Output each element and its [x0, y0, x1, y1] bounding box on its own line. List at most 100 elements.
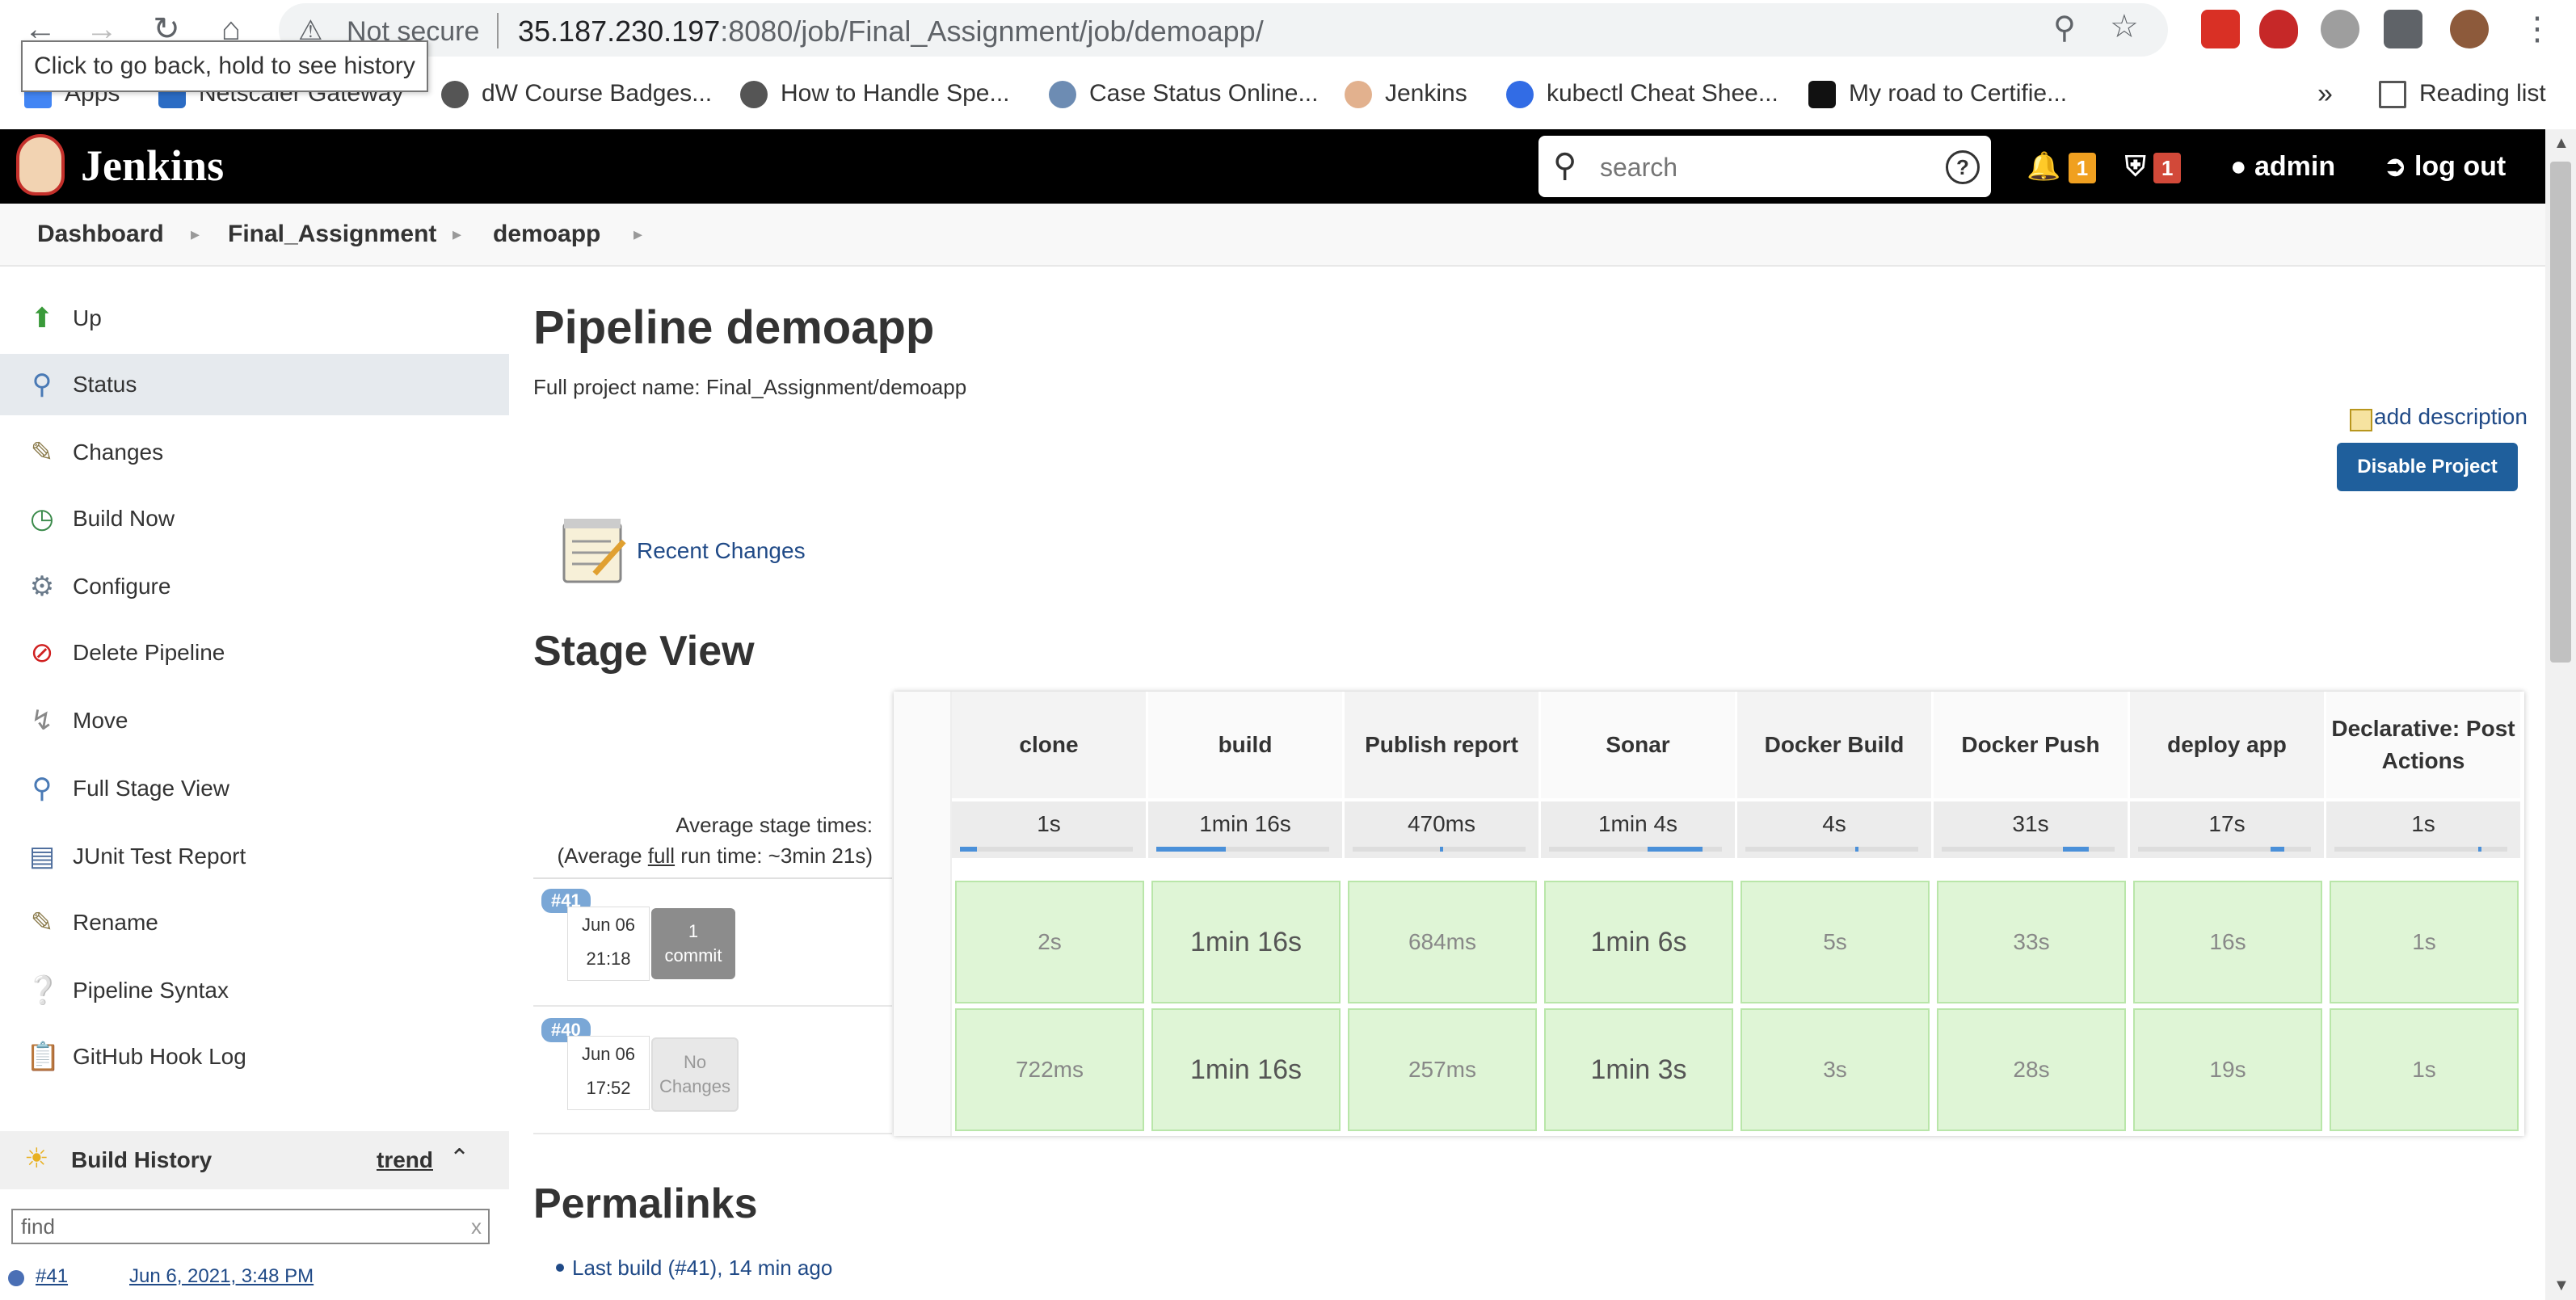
- stage-avg-value: 1s: [2411, 811, 2435, 836]
- breadcrumb-chevron-icon[interactable]: ▸: [191, 204, 200, 265]
- run-changes[interactable]: 1 commit: [651, 908, 735, 979]
- stage-cell[interactable]: 722ms: [955, 1008, 1144, 1131]
- extension-icon[interactable]: [2201, 10, 2240, 48]
- stage-cell[interactable]: 1min 3s: [1544, 1008, 1733, 1131]
- scroll-thumb[interactable]: [2550, 162, 2571, 663]
- help-icon[interactable]: ?: [1946, 150, 1980, 184]
- stage-cell[interactable]: 684ms: [1348, 881, 1537, 1003]
- trend-link[interactable]: trend: [377, 1131, 433, 1189]
- stage-avg-bar-fill: [960, 847, 977, 852]
- build-history-link[interactable]: #41: [36, 1265, 68, 1288]
- security-alerts[interactable]: ⛨ 1: [2125, 129, 2182, 204]
- breadcrumb-final-assignment[interactable]: Final_Assignment: [228, 204, 436, 265]
- sidebar-item-move[interactable]: ↯ Move: [0, 690, 509, 751]
- collapse-icon[interactable]: ⌃: [449, 1144, 469, 1172]
- star-icon[interactable]: ☆: [2110, 8, 2139, 45]
- stage-cell[interactable]: 1s: [2330, 881, 2519, 1003]
- find-placeholder: find: [21, 1214, 55, 1239]
- stage-avg-value: 1min 4s: [1597, 811, 1678, 836]
- stage-cell[interactable]: 3s: [1740, 1008, 1930, 1131]
- sidebar-item-github-hook-log[interactable]: 📋 GitHub Hook Log: [0, 1026, 509, 1088]
- run-date: Jun 06 21:18: [567, 907, 650, 981]
- reading-list-label: Reading list: [2419, 80, 2546, 107]
- sidebar-item-status[interactable]: ⚲ Status: [0, 354, 509, 415]
- bookmark-jenkins[interactable]: Jenkins: [1345, 68, 1467, 120]
- stage-avg-value: 1min 16s: [1199, 811, 1291, 836]
- sidebar-item-label: Move: [73, 708, 128, 733]
- breadcrumb-chevron-icon[interactable]: ▸: [452, 204, 461, 265]
- sidebar-item-configure[interactable]: ⚙ Configure: [0, 556, 509, 617]
- page-scrollbar[interactable]: ▲ ▼: [2545, 129, 2576, 1300]
- stage-avg-time: 1min 16s: [1148, 801, 1342, 858]
- build-history-date[interactable]: Jun 6, 2021, 3:48 PM: [129, 1265, 314, 1288]
- url-text[interactable]: 35.187.230.197:8080/job/Final_Assignment…: [518, 11, 1264, 52]
- stage-cell[interactable]: 1s: [2330, 1008, 2519, 1131]
- scroll-down-icon[interactable]: ▼: [2553, 1277, 2570, 1295]
- stage-avg-bar-fill: [1855, 847, 1858, 852]
- build-history-find[interactable]: find x: [11, 1209, 490, 1244]
- reading-list[interactable]: Reading list: [2379, 68, 2546, 120]
- clear-find-icon[interactable]: x: [471, 1210, 482, 1243]
- bookmark-how-to[interactable]: How to Handle Spe...: [740, 68, 1010, 120]
- stage-cell[interactable]: 28s: [1937, 1008, 2126, 1131]
- stage-cell[interactable]: 2s: [955, 881, 1144, 1003]
- profile-avatar[interactable]: [2450, 10, 2489, 48]
- bullet-icon: [556, 1264, 564, 1272]
- bookmarks-more[interactable]: »: [2317, 68, 2333, 120]
- sidebar-item-up[interactable]: ⬆ Up: [0, 288, 509, 349]
- logout-link[interactable]: ➲ log out: [2384, 129, 2506, 204]
- stage-cell[interactable]: 16s: [2133, 881, 2322, 1003]
- url-box[interactable]: ⚠ Not secure 35.187.230.197:8080/job/Fin…: [279, 3, 2168, 57]
- stage-cell[interactable]: 1min 16s: [1151, 881, 1341, 1003]
- bookmark-label: My road to Certifie...: [1849, 80, 2068, 107]
- scroll-up-icon[interactable]: ▲: [2553, 134, 2570, 153]
- stage-avg-bar: [1549, 847, 1722, 852]
- stage-cell[interactable]: 257ms: [1348, 1008, 1537, 1131]
- breadcrumb-dashboard[interactable]: Dashboard: [37, 204, 164, 265]
- stage-cell[interactable]: 1min 6s: [1544, 881, 1733, 1003]
- sidebar-item-changes[interactable]: ✎ Changes: [0, 422, 509, 483]
- notifications[interactable]: 🔔 1: [2027, 129, 2097, 204]
- edit-description-icon[interactable]: [2350, 409, 2372, 431]
- bookmark-my-road[interactable]: My road to Certifie...: [1808, 68, 2067, 120]
- breadcrumb-chevron-icon[interactable]: ▸: [633, 204, 642, 265]
- stage-cell[interactable]: 19s: [2133, 1008, 2322, 1131]
- notepad-icon[interactable]: [562, 517, 627, 583]
- run-date-time: 21:18: [586, 949, 631, 969]
- medium-icon: [1808, 81, 1836, 109]
- stage-cell[interactable]: 1min 16s: [1151, 1008, 1341, 1131]
- bookmark-dw-course[interactable]: dW Course Badges...: [441, 68, 712, 120]
- bookmark-case-status[interactable]: Case Status Online...: [1049, 68, 1318, 120]
- shield-extension-icon[interactable]: [2259, 10, 2298, 48]
- jenkins-title[interactable]: Jenkins: [81, 137, 224, 194]
- extension-icon[interactable]: [2321, 10, 2359, 48]
- sidebar-item-junit-report[interactable]: ▤ JUnit Test Report: [0, 826, 509, 887]
- sidebar-item-full-stage-view[interactable]: ⚲ Full Stage View: [0, 758, 509, 819]
- url-host: 35.187.230.197: [518, 15, 721, 48]
- search-input[interactable]: [1598, 147, 1925, 187]
- recent-changes-link[interactable]: Recent Changes: [637, 538, 806, 564]
- breadcrumb-demoapp[interactable]: demoapp: [493, 204, 600, 265]
- jenkins-logo-icon[interactable]: [16, 134, 65, 196]
- permalink-last-build[interactable]: Last build (#41), 14 min ago: [572, 1256, 832, 1281]
- disable-project-button[interactable]: Disable Project: [2337, 443, 2518, 491]
- stage-avg-bar-fill: [2271, 847, 2284, 852]
- puzzle-icon[interactable]: [2384, 10, 2422, 48]
- run-date-time: 17:52: [586, 1078, 631, 1098]
- bookmark-label: How to Handle Spe...: [781, 80, 1010, 107]
- sidebar-item-delete-pipeline[interactable]: ⊘ Delete Pipeline: [0, 622, 509, 684]
- stage-avg-value: 31s: [2012, 811, 2049, 836]
- stage-cell[interactable]: 5s: [1740, 881, 1930, 1003]
- globe-icon: [740, 81, 768, 109]
- stage-cell[interactable]: 33s: [1937, 881, 2126, 1003]
- zoom-icon[interactable]: ⚲: [2053, 10, 2076, 46]
- add-description-link[interactable]: add description: [2374, 404, 2528, 430]
- menu-icon[interactable]: ⋮: [2513, 5, 2561, 53]
- user-menu[interactable]: ● admin: [2230, 129, 2335, 204]
- bookmark-kubectl[interactable]: kubectl Cheat Shee...: [1506, 68, 1778, 120]
- avg-run-full-link[interactable]: full: [648, 844, 675, 868]
- sidebar-item-rename[interactable]: ✎ Rename: [0, 892, 509, 953]
- sidebar-item-build-now[interactable]: ◷ Build Now: [0, 488, 509, 549]
- sidebar-item-pipeline-syntax[interactable]: ❔ Pipeline Syntax: [0, 960, 509, 1021]
- url-port: :8080: [720, 15, 793, 48]
